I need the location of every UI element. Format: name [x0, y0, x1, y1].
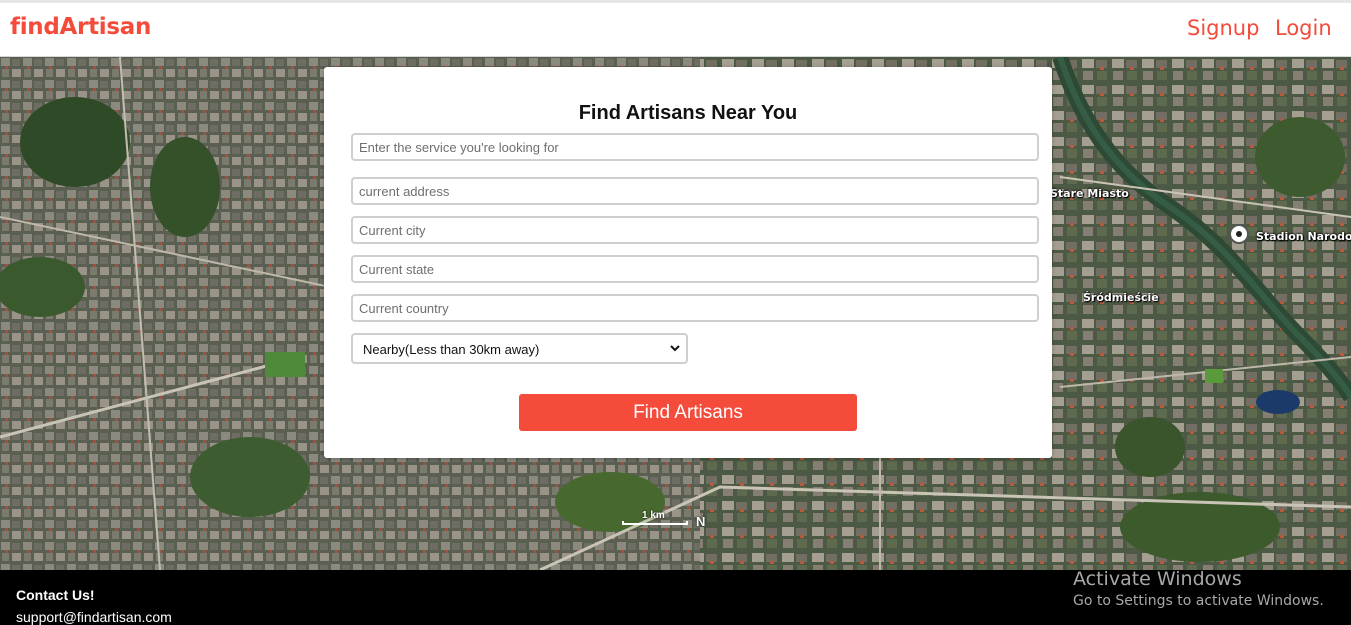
country-input[interactable] [351, 294, 1039, 322]
distance-select-value: Nearby(Less than 30km away) [363, 342, 540, 357]
app-logo[interactable]: findArtisan [10, 14, 151, 40]
login-link[interactable]: Login [1275, 16, 1332, 40]
service-input[interactable] [351, 133, 1039, 161]
city-input[interactable] [351, 216, 1039, 244]
scale-bar [622, 521, 688, 525]
activate-windows-title: Activate Windows [1073, 568, 1242, 590]
state-input[interactable] [351, 255, 1039, 283]
footer-contact-title: Contact Us! [16, 587, 95, 603]
top-navbar: findArtisan Signup Login [0, 0, 1351, 57]
compass-icon: N [696, 514, 706, 529]
chevron-down-icon [670, 345, 680, 352]
map-label-stare-miasto: Stare Miasto [1050, 187, 1129, 200]
form-title: Find Artisans Near You [578, 102, 798, 124]
footer-email[interactable]: support@findartisan.com [16, 609, 172, 625]
distance-select[interactable]: Nearby(Less than 30km away) [351, 333, 688, 364]
map-label-stadion: Stadion Narodo [1256, 230, 1351, 243]
signup-link[interactable]: Signup [1187, 16, 1259, 40]
scale-label: 1 km [642, 510, 665, 521]
stadium-marker-icon [1229, 224, 1249, 244]
search-card: Find Artisans Near You Nearby(Less than … [324, 67, 1052, 458]
find-artisans-button[interactable]: Find Artisans [519, 394, 857, 431]
map-label-srodmiescie: Śródmieście [1083, 291, 1159, 304]
footer: Contact Us! support@findartisan.com Acti… [0, 568, 1351, 625]
activate-windows-subtitle: Go to Settings to activate Windows. [1073, 593, 1324, 609]
address-input[interactable] [351, 177, 1039, 205]
map-scale: 1 km N [622, 510, 712, 532]
